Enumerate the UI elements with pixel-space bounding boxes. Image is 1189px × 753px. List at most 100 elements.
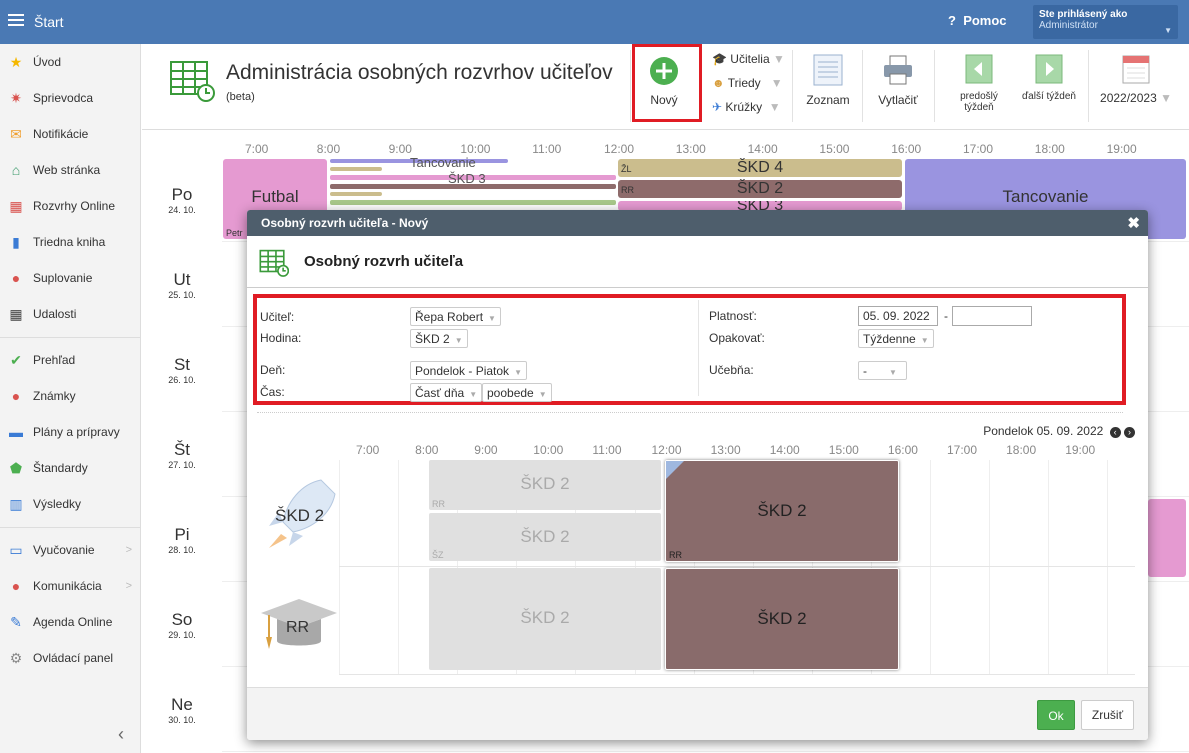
preview-cell[interactable]: ŠKD 2 ŠZ (429, 513, 661, 561)
sidebar-item-prehlad[interactable]: ✔ Prehľad (8, 350, 138, 370)
help-link[interactable]: ? Pomoc (948, 13, 1007, 28)
dialog-header: Osobný rozvrh učiteľa - Nový ✖ (247, 210, 1148, 236)
chevron-right-icon[interactable]: › (1124, 427, 1135, 438)
day-date: 24. 10. (168, 205, 196, 215)
sidebar-item-rozvrhy[interactable]: ▦ Rozvrhy Online (8, 196, 138, 216)
cancel-button[interactable]: Zrušiť (1081, 700, 1134, 730)
sidebar-item-komunikacia[interactable]: ● Komunikácia > (8, 576, 138, 596)
sidebar-item-udalosti[interactable]: ▦ Udalosti (8, 304, 138, 324)
sidebar-item-label: Suplovanie (33, 271, 93, 285)
home-icon: ⌂ (11, 162, 21, 178)
lesson-block[interactable] (1148, 499, 1186, 577)
sidebar-item-sprievodca[interactable]: ✷ Sprievodca (8, 88, 138, 108)
preview-hour-label: 12:00 (651, 443, 682, 457)
preview-hour-label: 13:00 (710, 443, 741, 457)
close-icon[interactable]: ✖ (1127, 214, 1140, 232)
teachers-dropdown[interactable]: 🎓 Učitelia ▼ (712, 52, 785, 66)
preview-hour-label: 19:00 (1065, 443, 1096, 457)
arrow-left-icon (965, 54, 993, 84)
sidebar-item-vysledky[interactable]: ▥ Výsledky (8, 494, 138, 514)
validity-from-input[interactable]: 05. 09. 2022 (858, 306, 938, 326)
time-part-value: Časť dňa (415, 386, 465, 400)
time-period-select[interactable]: poobede ▼ (482, 383, 552, 402)
ok-button[interactable]: Ok (1037, 700, 1075, 730)
hour-label: 16:00 (891, 142, 922, 156)
caret-down-icon: ▼ (454, 336, 463, 345)
check-circle-icon: ✔ (10, 352, 22, 368)
sidebar-item-uvod[interactable]: ★ Úvod (8, 52, 138, 72)
school-year-dropdown[interactable]: 2022/2023 ▼ (1097, 54, 1175, 105)
sidebar-item-standardy[interactable]: ⬟ Štandardy (8, 458, 138, 478)
hour-label: 13:00 (675, 142, 706, 156)
sidebar-item-ovladaci-panel[interactable]: ⚙ Ovládací panel (8, 648, 138, 668)
row-label: ŠKD 2 (275, 506, 325, 525)
timetable-form: Učiteľ: Řepa Robert ▼ Hodina: ŠKD 2 ▼ Deň:… (253, 294, 1126, 405)
page-header: Administrácia osobných rozvrhov učiteľov… (142, 44, 1189, 130)
preview-hour-label: 9:00 (474, 443, 498, 457)
room-value: - (863, 364, 867, 378)
selected-preview-cell[interactable]: ŠKD 2 RR (665, 460, 899, 562)
print-button[interactable]: Vytlačiť (872, 54, 924, 107)
caret-down-icon: ▼ (889, 368, 897, 377)
shield-icon: ⬟ (9, 460, 23, 476)
selected-preview-cell[interactable]: ŠKD 2 (665, 568, 899, 670)
preview-cell[interactable]: ŠKD 2 RR (429, 460, 661, 510)
preview-date: Pondelok 05. 09. 2022 (983, 424, 1104, 438)
pupils-icon: ☻ (712, 76, 725, 90)
preview-cell[interactable]: ŠKD 2 (429, 568, 661, 670)
day-name: Ut (173, 270, 191, 289)
teacher-select[interactable]: Řepa Robert ▼ (410, 307, 501, 326)
sidebar-item-agenda[interactable]: ✎ Agenda Online (8, 612, 138, 632)
list-button[interactable]: Zoznam (802, 54, 854, 107)
preview-hour-label: 16:00 (887, 443, 918, 457)
lesson-block[interactable]: ŽL ŠKD 4 (618, 159, 902, 177)
sidebar-item-notifikacie[interactable]: ✉ Notifikácie (8, 124, 138, 144)
chevron-left-icon[interactable]: ‹ (1109, 427, 1121, 438)
hour-label: 8:00 (316, 142, 341, 156)
gear-icon: ⚙ (9, 650, 23, 666)
caret-down-icon: ▼ (538, 390, 547, 399)
time-period-value: poobede (487, 386, 534, 400)
time-part-select[interactable]: Časť dňa ▼ (410, 383, 483, 402)
dialog-footer: Ok Zrušiť (247, 687, 1148, 740)
sidebar-item-vyucovanie[interactable]: ▭ Vyučovanie > (8, 540, 138, 560)
day-name: Po (171, 185, 193, 204)
star-icon: ★ (9, 54, 23, 70)
classes-dropdown[interactable]: ☻ Triedy ▼ (712, 76, 783, 90)
preview-hour-label: 14:00 (769, 443, 800, 457)
next-week-button[interactable]: ďalší týždeň (1014, 54, 1084, 102)
print-label: Vytlačiť (878, 93, 918, 107)
day-header: Ne 30. 10. (142, 695, 222, 725)
collapse-sidebar-icon[interactable]: ‹ (118, 724, 124, 745)
sidebar-item-triedna-kniha[interactable]: ▮ Triedna kniha (8, 232, 138, 252)
day-header: St 26. 10. (142, 355, 222, 385)
lesson-title: ŠKD 2 (736, 180, 784, 197)
prev-week-button[interactable]: predošlý týždeň (944, 54, 1014, 113)
day-value: Pondelok - Piatok (415, 364, 510, 378)
person-icon: ● (11, 270, 21, 286)
sidebar-item-znamky[interactable]: ● Známky (8, 386, 138, 406)
book-icon: ▮ (12, 234, 20, 250)
sidebar-item-suplovanie[interactable]: ● Suplovanie (8, 268, 138, 288)
hour-select[interactable]: ŠKD 2 ▼ (410, 329, 468, 348)
day-date: 29. 10. (168, 630, 196, 640)
clubs-dropdown[interactable]: ✈ Krúžky ▼ (712, 100, 781, 114)
next-week-label: ďalší týždeň (1022, 91, 1076, 102)
repeat-select[interactable]: Týždenne ▼ (858, 329, 934, 348)
room-label: Učebňa: (709, 363, 754, 377)
printer-icon (884, 55, 912, 85)
validity-to-input[interactable] (952, 306, 1032, 326)
menu-icon[interactable] (8, 14, 24, 27)
user-dropdown[interactable]: Ste prihlásený ako Administrátor ▼ (1033, 5, 1178, 39)
teacher-value: Řepa Robert (415, 310, 484, 324)
calendar-grid-icon: ▦ (9, 198, 23, 214)
sidebar-item-plany[interactable]: ▬ Plány a prípravy (8, 422, 138, 442)
hour-label: 17:00 (963, 142, 994, 156)
start-link[interactable]: Štart (34, 14, 64, 30)
room-select[interactable]: - ▼ (858, 361, 907, 380)
day-date: 30. 10. (168, 715, 196, 725)
day-select[interactable]: Pondelok - Piatok ▼ (410, 361, 527, 380)
sidebar-item-web[interactable]: ⌂ Web stránka (8, 160, 138, 180)
lesson-block[interactable]: RR ŠKD 2 (618, 180, 902, 198)
highlight-new (632, 44, 702, 122)
